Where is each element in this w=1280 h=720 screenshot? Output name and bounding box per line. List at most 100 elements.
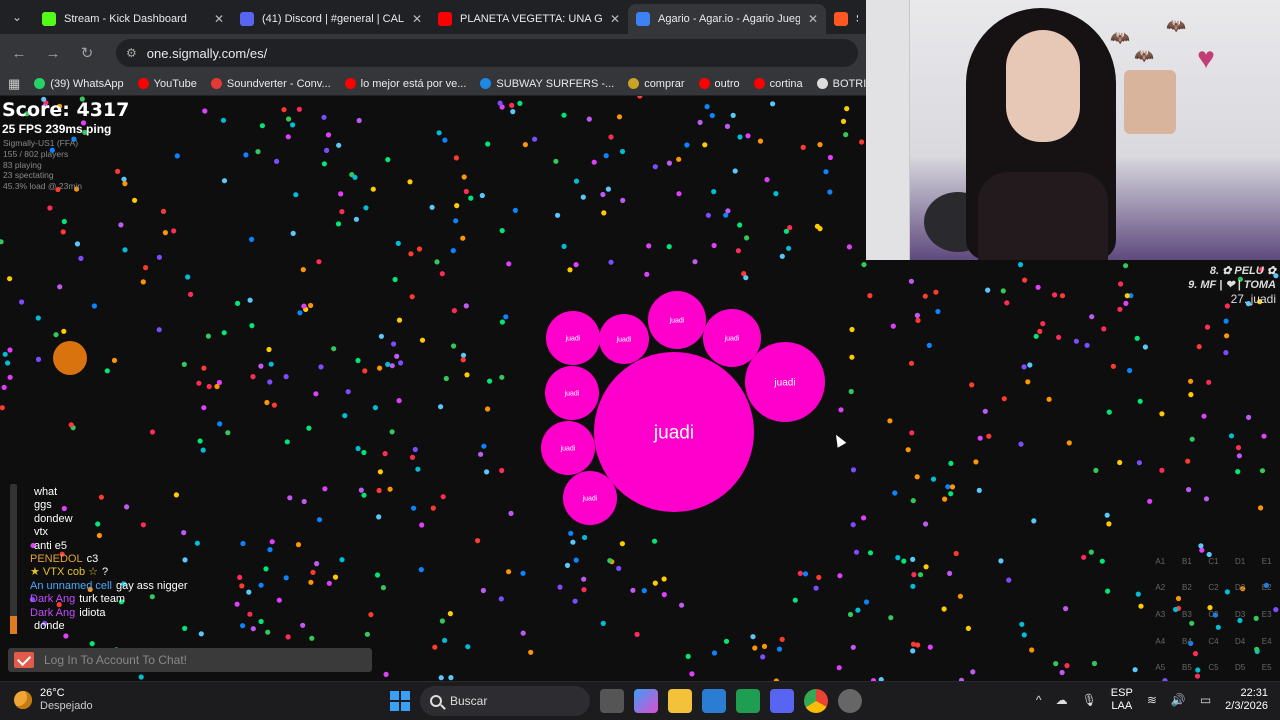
bookmark-item[interactable]: outro	[698, 78, 740, 90]
microphone-icon[interactable]: 🎙	[1082, 693, 1097, 707]
bookmark-item[interactable]: (39) WhatsApp	[34, 78, 124, 90]
food-pellet	[255, 149, 261, 155]
forward-icon[interactable]: →	[42, 45, 64, 62]
bookmark-label: SUBWAY SURFERS -...	[496, 77, 615, 90]
reload-icon[interactable]: ↻	[76, 44, 98, 62]
browser-tab[interactable]: (41) Discord | #general | CALAV ✕	[232, 4, 430, 34]
browser-tab[interactable]: Agario - Agar.io - Agario Juego ✕	[628, 4, 826, 34]
browser-tab[interactable]: Stream - Kick Dashboard ✕	[34, 4, 232, 34]
chevron-up-icon[interactable]: ^	[1036, 693, 1042, 707]
food-pellet	[281, 107, 287, 113]
food-pellet	[679, 602, 685, 608]
close-tab-icon[interactable]: ✕	[610, 12, 620, 26]
task-view-icon[interactable]	[600, 689, 624, 713]
food-pellet	[890, 323, 896, 329]
settings-icon[interactable]	[838, 689, 862, 713]
apps-grid-icon[interactable]: ▦	[8, 76, 20, 92]
close-tab-icon[interactable]: ✕	[412, 12, 422, 26]
food-pellet	[1223, 318, 1229, 324]
minimap-sector: E1	[1261, 556, 1272, 566]
chat-text: gay ass nigger	[115, 579, 188, 592]
file-explorer-icon[interactable]	[668, 689, 692, 713]
bookmark-item[interactable]: cortina	[753, 78, 803, 90]
address-bar[interactable]: ⚙ one.sigmally.com/es/	[116, 39, 858, 67]
food-pellet	[274, 158, 280, 164]
bookmark-item[interactable]: comprar	[628, 77, 685, 90]
start-icon[interactable]	[390, 691, 410, 711]
back-icon[interactable]: ←	[8, 45, 30, 62]
food-pellet	[1204, 324, 1211, 330]
food-pellet	[573, 557, 579, 563]
food-pellet	[743, 275, 749, 281]
browser-tab[interactable]: PLANETA VEGETTA: UNA GRAN ✕	[430, 4, 628, 34]
bookmark-item[interactable]: lo mejor está por ve...	[344, 78, 466, 90]
food-pellet	[517, 100, 523, 106]
cloud-icon[interactable]: ☁	[1056, 693, 1068, 707]
tab-list-button[interactable]: ⌄	[0, 0, 34, 34]
minimap-sector: D4	[1234, 636, 1246, 646]
food-pellet	[689, 671, 695, 677]
bookmark-favicon-icon	[210, 78, 222, 89]
taskbar-search[interactable]: Buscar	[420, 686, 590, 716]
player-cell: juadi	[546, 311, 600, 365]
food-pellet	[239, 583, 245, 589]
volume-icon[interactable]: 🔊	[1171, 693, 1186, 707]
food-pellet	[1052, 292, 1058, 298]
copilot-icon[interactable]	[634, 689, 658, 713]
bookmark-label: comprar	[644, 77, 685, 90]
food-pellet	[1142, 344, 1148, 350]
food-pellet	[162, 230, 168, 236]
time: 22:31	[1240, 687, 1268, 699]
bookmark-item[interactable]: Soundverter - Conv...	[210, 77, 331, 90]
food-pellet	[1029, 647, 1035, 653]
food-pellet	[2, 351, 8, 357]
food-pellet	[89, 641, 95, 647]
chrome-icon[interactable]	[804, 689, 828, 713]
excel-icon[interactable]	[736, 689, 760, 713]
food-pellet	[608, 259, 614, 265]
food-pellet	[250, 626, 256, 632]
close-tab-icon[interactable]: ✕	[214, 12, 224, 26]
chat-text: dondew	[34, 512, 73, 525]
food-pellet	[666, 244, 672, 250]
food-pellet	[616, 114, 623, 120]
player-cell-name: juadi	[565, 335, 581, 342]
food-pellet	[297, 310, 303, 316]
bookmark-favicon-icon	[628, 78, 640, 89]
player-cell-name: juadi	[560, 445, 576, 452]
bookmark-item[interactable]: SUBWAY SURFERS -...	[480, 78, 614, 90]
food-pellet	[138, 674, 144, 680]
tab-favicon-icon	[240, 12, 254, 26]
chat-message: donde	[30, 620, 188, 633]
discord-icon[interactable]	[770, 689, 794, 713]
bookmark-item[interactable]: YouTube	[137, 78, 197, 90]
bookmark-label: Soundverter - Conv...	[226, 77, 331, 90]
minimap-sector: D1	[1234, 556, 1246, 566]
minimap-sector: C2	[1208, 583, 1219, 593]
mail-icon[interactable]	[14, 652, 34, 668]
battery-icon[interactable]: ▭	[1200, 693, 1211, 707]
close-tab-icon[interactable]: ✕	[808, 12, 818, 26]
browser-tab[interactable]: Str	[826, 4, 866, 34]
language-indicator[interactable]: ESP LAA	[1111, 687, 1133, 713]
player-cell: juadi	[648, 291, 706, 349]
food-pellet	[797, 570, 803, 576]
site-info-icon[interactable]: ⚙	[126, 46, 137, 60]
food-pellet	[408, 251, 414, 257]
chat-input-bar[interactable]: Log In To Account To Chat!	[8, 648, 372, 672]
food-pellet	[221, 330, 227, 336]
chat-sender: Dark Ang	[30, 593, 76, 606]
food-pellet	[953, 550, 959, 557]
word-icon[interactable]	[702, 689, 726, 713]
food-pellet	[301, 303, 307, 309]
food-pellet	[460, 235, 466, 241]
tab-favicon-icon	[438, 12, 452, 26]
clock[interactable]: 22:31 2/3/2026	[1225, 687, 1268, 713]
food-pellet	[1104, 512, 1110, 518]
food-pellet	[200, 447, 206, 453]
wifi-icon[interactable]: ≋	[1147, 693, 1157, 707]
food-pellet	[1056, 334, 1062, 340]
food-pellet	[510, 109, 516, 115]
weather-widget[interactable]: 26°C Despejado	[14, 687, 93, 713]
food-pellet	[844, 106, 850, 112]
